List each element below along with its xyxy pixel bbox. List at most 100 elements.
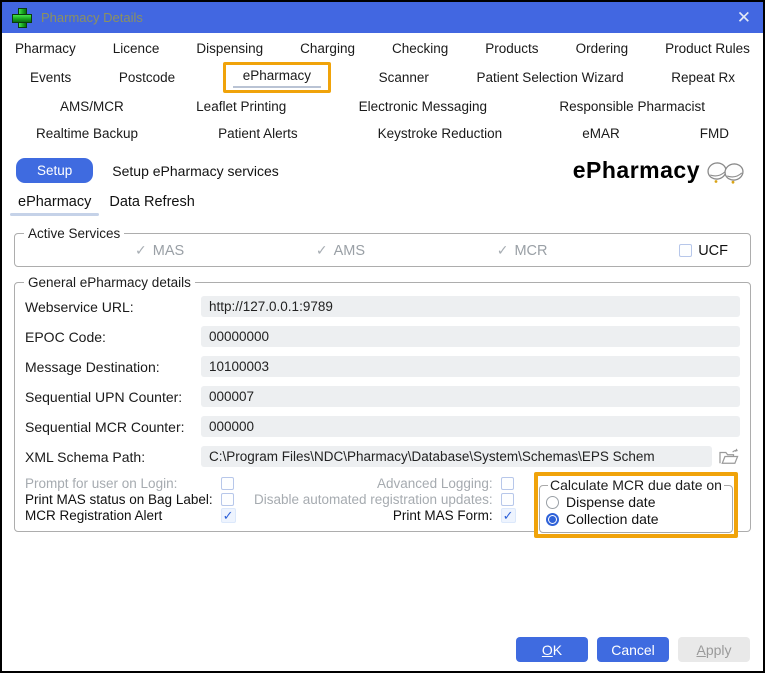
tab-checking[interactable]: Checking bbox=[392, 41, 448, 56]
service-mcr-label: MCR bbox=[514, 243, 547, 259]
mcr-due-date-highlight: Calculate MCR due date on Dispense date … bbox=[534, 472, 738, 538]
tab-fmd[interactable]: FMD bbox=[700, 126, 729, 141]
setup-caption: Setup ePharmacy services bbox=[112, 163, 279, 179]
advanced-logging-label: Advanced Logging: bbox=[254, 476, 493, 491]
subtabs: ePharmacy Data Refresh bbox=[2, 190, 763, 218]
tab-row-2: Events Postcode ePharmacy Scanner Patien… bbox=[2, 62, 763, 93]
dispense-date-label: Dispense date bbox=[566, 494, 656, 510]
subtab-data-refresh[interactable]: Data Refresh bbox=[109, 194, 194, 216]
tab-realtime-backup[interactable]: Realtime Backup bbox=[36, 126, 138, 141]
ok-accel: O bbox=[542, 642, 553, 658]
prompt-user-login-label: Prompt for user on Login: bbox=[25, 476, 213, 491]
sequential-mcr-counter-input[interactable] bbox=[201, 416, 740, 437]
tab-ordering[interactable]: Ordering bbox=[576, 41, 629, 56]
collection-date-option[interactable]: Collection date bbox=[546, 511, 724, 527]
tab-licence[interactable]: Licence bbox=[113, 41, 160, 56]
general-details-legend: General ePharmacy details bbox=[24, 275, 195, 290]
subtab-epharmacy[interactable]: ePharmacy bbox=[18, 194, 91, 216]
apply-button[interactable]: Apply bbox=[678, 637, 750, 662]
active-services-legend: Active Services bbox=[24, 226, 124, 241]
service-mas-label: MAS bbox=[153, 243, 184, 259]
advanced-logging-checkbox[interactable] bbox=[501, 477, 514, 490]
epharmacy-logo: ePharmacy bbox=[573, 157, 747, 184]
tab-emar[interactable]: eMAR bbox=[582, 126, 620, 141]
tab-product-rules[interactable]: Product Rules bbox=[665, 41, 750, 56]
ucf-checkbox[interactable] bbox=[679, 244, 692, 257]
service-ams-label: AMS bbox=[334, 243, 365, 259]
message-destination-input[interactable] bbox=[201, 356, 740, 377]
sequential-upn-counter-input[interactable] bbox=[201, 386, 740, 407]
xml-schema-path-input[interactable] bbox=[201, 446, 712, 467]
print-mas-form-checkbox[interactable]: ✓ bbox=[501, 508, 516, 523]
dispense-date-radio[interactable] bbox=[546, 496, 559, 509]
ok-button[interactable]: OK bbox=[516, 637, 588, 662]
options-area: Prompt for user on Login: Print MAS stat… bbox=[25, 476, 740, 523]
tab-keystroke-reduction[interactable]: Keystroke Reduction bbox=[378, 126, 503, 141]
tab-patient-alerts[interactable]: Patient Alerts bbox=[218, 126, 298, 141]
sequential-upn-counter-label: Sequential UPN Counter: bbox=[25, 389, 201, 405]
tab-scanner[interactable]: Scanner bbox=[379, 70, 429, 85]
field-row: Message Destination: bbox=[25, 356, 740, 377]
titlebar: Pharmacy Details ✕ bbox=[2, 2, 763, 33]
prompt-user-login-checkbox[interactable] bbox=[221, 477, 234, 490]
setup-button[interactable]: Setup bbox=[16, 158, 93, 183]
tab-responsible-pharmacist[interactable]: Responsible Pharmacist bbox=[559, 99, 705, 114]
setup-row: Setup Setup ePharmacy services ePharmacy bbox=[2, 147, 763, 190]
print-mas-status-checkbox[interactable] bbox=[221, 493, 234, 506]
general-details-body: Webservice URL: EPOC Code: Message Desti… bbox=[15, 290, 750, 531]
active-services-body: ✓ MAS ✓ AMS ✓ MCR UCF bbox=[15, 241, 750, 266]
tab-ams-mcr[interactable]: AMS/MCR bbox=[60, 99, 124, 114]
disable-auto-registration-label: Disable automated registration updates: bbox=[254, 492, 493, 507]
sequential-mcr-counter-label: Sequential MCR Counter: bbox=[25, 419, 201, 435]
options-left: Prompt for user on Login: Print MAS stat… bbox=[25, 476, 238, 523]
tab-leaflet-printing[interactable]: Leaflet Printing bbox=[196, 99, 286, 114]
tab-epharmacy[interactable]: ePharmacy bbox=[243, 68, 311, 88]
close-icon[interactable]: ✕ bbox=[737, 9, 751, 26]
ok-rest: K bbox=[553, 642, 562, 658]
service-ams: ✓ AMS bbox=[316, 242, 365, 259]
epoc-code-input[interactable] bbox=[201, 326, 740, 347]
tab-electronic-messaging[interactable]: Electronic Messaging bbox=[359, 99, 487, 114]
mcr-due-date-legend: Calculate MCR due date on bbox=[548, 477, 724, 493]
check-icon: ✓ bbox=[135, 242, 147, 259]
tab-repeat-rx[interactable]: Repeat Rx bbox=[671, 70, 735, 85]
tab-patient-selection-wizard[interactable]: Patient Selection Wizard bbox=[477, 70, 624, 85]
xml-schema-path-label: XML Schema Path: bbox=[25, 449, 201, 465]
epoc-code-label: EPOC Code: bbox=[25, 329, 201, 345]
field-row: Sequential UPN Counter: bbox=[25, 386, 740, 407]
browse-folder-icon[interactable] bbox=[718, 448, 740, 466]
tab-row-3: AMS/MCR Leaflet Printing Electronic Mess… bbox=[2, 93, 763, 120]
print-mas-form-label: Print MAS Form: bbox=[254, 508, 493, 523]
epharmacy-logo-text: ePharmacy bbox=[573, 157, 700, 184]
disable-auto-registration-checkbox[interactable] bbox=[501, 493, 514, 506]
tab-charging[interactable]: Charging bbox=[300, 41, 355, 56]
active-services-group: Active Services ✓ MAS ✓ AMS ✓ MCR UCF bbox=[14, 226, 751, 267]
dispense-date-option[interactable]: Dispense date bbox=[546, 494, 724, 510]
service-mas: ✓ MAS bbox=[135, 242, 184, 259]
service-mcr: ✓ MCR bbox=[497, 242, 548, 259]
message-destination-label: Message Destination: bbox=[25, 359, 201, 375]
pills-icon bbox=[705, 158, 747, 184]
general-details-group: General ePharmacy details Webservice URL… bbox=[14, 275, 751, 532]
pharmacy-details-dialog: Pharmacy Details ✕ Pharmacy Licence Disp… bbox=[0, 0, 765, 673]
check-icon: ✓ bbox=[497, 242, 509, 259]
window-title: Pharmacy Details bbox=[41, 10, 143, 25]
tab-postcode[interactable]: Postcode bbox=[119, 70, 175, 85]
apply-accel: A bbox=[696, 642, 705, 658]
collection-date-label: Collection date bbox=[566, 511, 659, 527]
service-ucf-label: UCF bbox=[698, 243, 728, 259]
mcr-registration-alert-checkbox[interactable]: ✓ bbox=[221, 508, 236, 523]
webservice-url-input[interactable] bbox=[201, 296, 740, 317]
check-icon: ✓ bbox=[503, 509, 514, 522]
tab-pharmacy[interactable]: Pharmacy bbox=[15, 41, 76, 56]
collection-date-radio[interactable] bbox=[546, 513, 559, 526]
tab-products[interactable]: Products bbox=[485, 41, 538, 56]
check-icon: ✓ bbox=[223, 509, 234, 522]
cancel-button[interactable]: Cancel bbox=[597, 637, 669, 662]
service-ucf: UCF bbox=[679, 243, 728, 259]
print-mas-status-label: Print MAS status on Bag Label: bbox=[25, 492, 213, 507]
mcr-registration-alert-label: MCR Registration Alert bbox=[25, 508, 213, 523]
tab-events[interactable]: Events bbox=[30, 70, 71, 85]
tab-dispensing[interactable]: Dispensing bbox=[196, 41, 263, 56]
mcr-due-date-group: Calculate MCR due date on Dispense date … bbox=[539, 477, 733, 533]
